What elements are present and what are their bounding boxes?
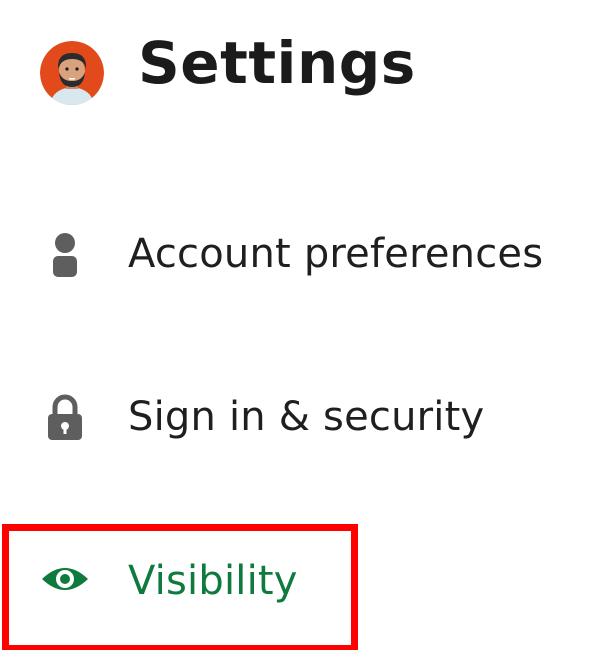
- person-icon: [40, 230, 90, 280]
- nav-item-sign-in-security[interactable]: Sign in & security: [0, 377, 600, 457]
- settings-nav: Account preferences Sign in & security V…: [0, 0, 600, 650]
- nav-item-label: Sign in & security: [128, 394, 485, 440]
- lock-icon: [40, 393, 90, 443]
- nav-item-label: Account preferences: [128, 231, 544, 277]
- eye-icon: [40, 554, 90, 604]
- nav-item-account-preferences[interactable]: Account preferences: [0, 212, 600, 292]
- nav-item-visibility[interactable]: Visibility: [0, 540, 600, 620]
- nav-item-label: Visibility: [128, 558, 298, 604]
